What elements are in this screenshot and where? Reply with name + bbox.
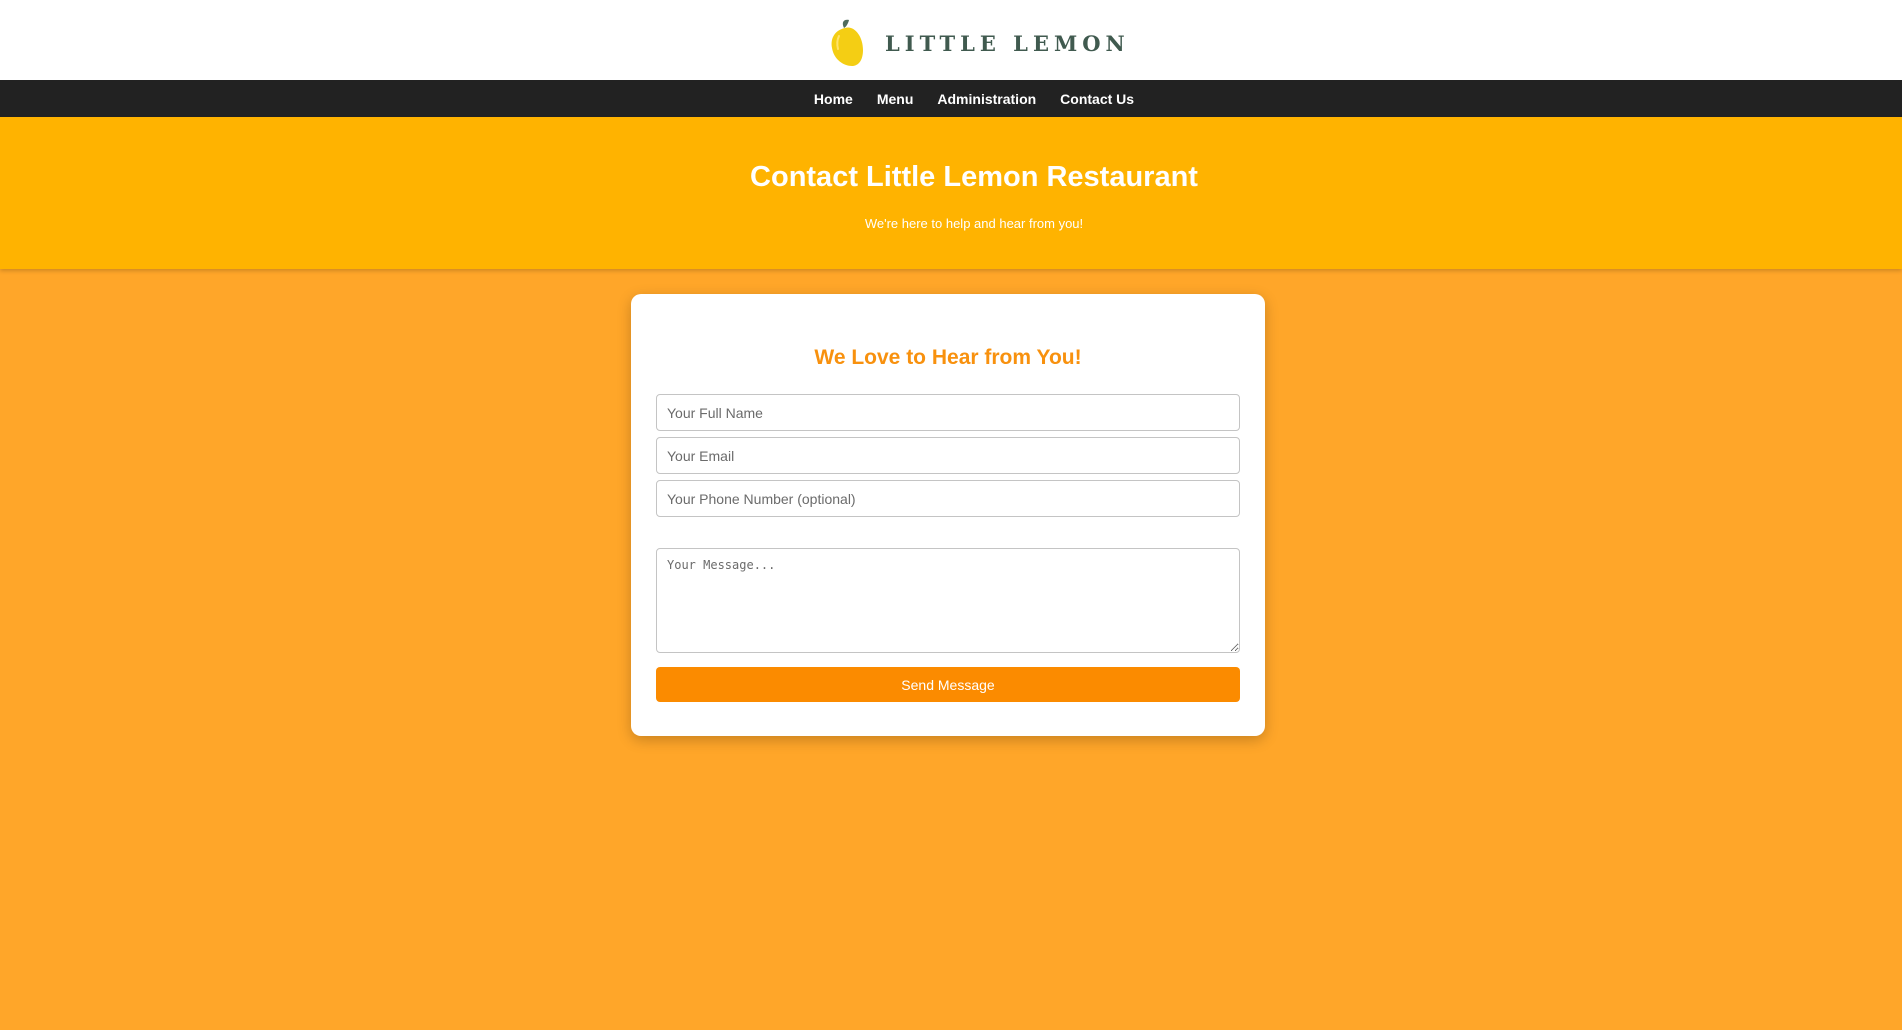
hero-banner: Contact Little Lemon Restaurant We're he… — [0, 117, 1902, 269]
nav-item-contact-us[interactable]: Contact Us — [1060, 91, 1134, 107]
page-subtitle: We're here to help and hear from you! — [864, 216, 1084, 231]
main-nav: Home Menu Administration Contact Us — [0, 80, 1902, 117]
message-textarea[interactable] — [656, 548, 1240, 653]
phone-input[interactable] — [656, 480, 1240, 517]
email-input[interactable] — [656, 437, 1240, 474]
nav-item-administration[interactable]: Administration — [937, 91, 1036, 107]
form-heading: We Love to Hear from You! — [814, 346, 1082, 369]
site-header: LITTLE LEMON — [0, 0, 1902, 80]
lemon-icon — [831, 19, 863, 66]
page-title: Contact Little Lemon Restaurant — [750, 161, 1198, 193]
full-name-input[interactable] — [656, 394, 1240, 431]
logo[interactable]: LITTLE LEMON — [827, 18, 1130, 68]
brand-name: LITTLE LEMON — [885, 30, 1130, 56]
nav-item-menu[interactable]: Menu — [877, 91, 914, 107]
nav-item-home[interactable]: Home — [814, 91, 853, 107]
send-message-button[interactable]: Send Message — [656, 667, 1240, 702]
contact-form: We Love to Hear from You! Send Message — [631, 294, 1265, 736]
